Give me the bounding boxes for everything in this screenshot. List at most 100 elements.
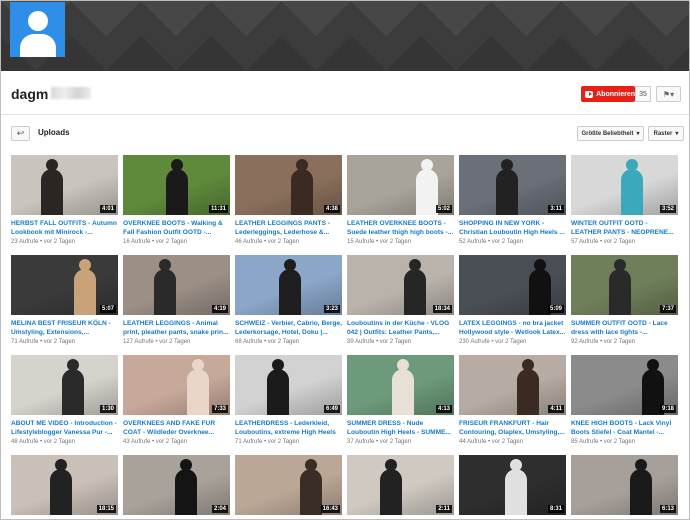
video-card[interactable]: 4:01 HERBST FALL OUTFITS - Autumn Lookboo…	[11, 155, 118, 245]
video-meta: 52 Aufrufe • vor 2 Tagen	[459, 239, 566, 245]
video-card[interactable]: 2:04LATEX MINIDRESS AND HIGH	[123, 455, 230, 519]
channel-name[interactable]: dagm	[11, 86, 48, 102]
video-thumbnail[interactable]: 3:52	[571, 155, 678, 215]
video-card[interactable]: 5:07 MELINA BEST FRISEUR KÖLN - Umstyling…	[11, 255, 118, 345]
video-duration: 4:13	[435, 405, 452, 413]
video-age: vor 2 Tagen	[603, 239, 636, 245]
video-card[interactable]: 4:38 LEATHER LEGGINGS PANTS - Lederleggin…	[235, 155, 342, 245]
video-card[interactable]: 4:11 FRISEUR FRANKFURT - Hair Contouring,…	[459, 355, 566, 445]
video-title[interactable]: LEATHER OVERKNEE BOOTS - Suede leather t…	[347, 219, 454, 237]
video-card[interactable]: 5:02 LEATHER OVERKNEE BOOTS - Suede leath…	[347, 155, 454, 245]
flag-menu-button[interactable]: ⚑ ▾	[656, 86, 681, 102]
avatar[interactable]	[10, 2, 65, 57]
video-thumbnail[interactable]: 4:19	[123, 255, 230, 315]
video-card[interactable]: 7:37 SUMMER OUTFIT OOTD - Lace dress with…	[571, 255, 678, 345]
video-title[interactable]: ABOUT ME VIDEO - Introduction - Lifestyl…	[11, 419, 118, 437]
video-duration: 7:37	[659, 305, 676, 313]
thumbnail-person-icon	[517, 359, 539, 415]
video-card[interactable]: 11:31 OVERKNEE BOOTS - Walking & Fall Fas…	[123, 155, 230, 245]
video-thumbnail[interactable]: 2:04	[123, 455, 230, 515]
video-card[interactable]: 6:13Latex Dress Atmosphere High Heels	[571, 455, 678, 519]
video-thumbnail[interactable]: 9:18	[571, 355, 678, 415]
video-thumbnail[interactable]: 18:15	[11, 455, 118, 515]
video-card[interactable]: 3:11 SHOPPING IN NEW YORK - Christian Lou…	[459, 155, 566, 245]
video-card[interactable]: 4:13 SUMMER DRESS - Nude Louboutin High H…	[347, 355, 454, 445]
video-age: vor 2 Tagen	[267, 339, 300, 345]
video-card[interactable]: 16:43BEAUTY HAUL - Shopping - MAC	[235, 455, 342, 519]
video-card[interactable]: 8:31LEATHER SKIRT AND LACE	[459, 455, 566, 519]
video-age: vor 2 Tagen	[159, 339, 191, 345]
video-card[interactable]: 3:23 SCHWEIZ - Verbier, Cabrio, Berge, Le…	[235, 255, 342, 345]
sort-dropdown[interactable]: Größte Beliebtheit ▾	[577, 126, 644, 141]
video-thumbnail[interactable]: 3:23	[235, 255, 342, 315]
video-thumbnail[interactable]: 4:01	[11, 155, 118, 215]
video-title[interactable]: Louboutins in der Küche - VLOG 042 | Out…	[347, 319, 454, 337]
thumbnail-person-icon	[267, 359, 289, 415]
video-thumbnail[interactable]: 6:13	[571, 455, 678, 515]
view-dropdown[interactable]: Raster ▾	[648, 126, 684, 141]
chevron-down-icon: ▾	[636, 131, 640, 137]
video-thumbnail[interactable]: 4:11	[459, 355, 566, 415]
video-card[interactable]: 3:52 WINTER OUTFIT OOTD - LEATHER PANTS -…	[571, 155, 678, 245]
video-duration: 2:04	[211, 505, 228, 513]
video-title[interactable]: SUMMER DRESS - Nude Louboutin High Heels…	[347, 419, 454, 437]
video-title[interactable]: LEATHER LEGGINGS - Animal print, pleathe…	[123, 319, 230, 337]
video-thumbnail[interactable]: 1:30	[11, 355, 118, 415]
video-age: vor 2 Tagen	[379, 239, 412, 245]
video-card[interactable]: 7:33 OVERKNEES AND FAKE FUR COAT - Wildle…	[123, 355, 230, 445]
video-title[interactable]: HERBST FALL OUTFITS - Autumn Lookbook mi…	[11, 219, 118, 237]
video-card[interactable]: 6:49 LEATHERDRESS - Lederkleid, Louboutin…	[235, 355, 342, 445]
video-thumbnail[interactable]: 7:33	[123, 355, 230, 415]
video-card[interactable]: 1:30 ABOUT ME VIDEO - Introduction - Life…	[11, 355, 118, 445]
video-thumbnail[interactable]: 16:43	[235, 455, 342, 515]
video-thumbnail[interactable]: 4:13	[347, 355, 454, 415]
video-thumbnail[interactable]: 2:11	[347, 455, 454, 515]
video-views: 39 Aufrufe	[347, 339, 375, 345]
video-title[interactable]: SHOPPING IN NEW YORK - Christian Loubout…	[459, 219, 566, 237]
video-duration: 3:11	[548, 205, 564, 213]
video-card[interactable]: 18:34 Louboutins in der Küche - VLOG 042 …	[347, 255, 454, 345]
video-duration: 2:11	[436, 505, 452, 513]
video-title[interactable]: LEATHERDRESS - Lederkleid, Louboutins, e…	[235, 419, 342, 437]
video-thumbnail[interactable]: 8:31	[459, 455, 566, 515]
video-thumbnail[interactable]: 18:34	[347, 255, 454, 315]
video-title[interactable]: KNEE HIGH BOOTS - Lack Vinyl Boots Stief…	[571, 419, 678, 437]
video-age: vor 2 Tagen	[155, 239, 188, 245]
video-title[interactable]: FRISEUR FRANKFURT - Hair Contouring, Ola…	[459, 419, 566, 437]
video-title[interactable]: MELINA BEST FRISEUR KÖLN - Umstyling, Ex…	[11, 319, 118, 337]
video-card[interactable]: 4:19 LEATHER LEGGINGS - Animal print, ple…	[123, 255, 230, 345]
subscribe-button[interactable]: Abonnieren	[581, 86, 635, 102]
video-title[interactable]: SCHWEIZ - Verbier, Cabrio, Berge, Lederk…	[235, 319, 342, 337]
video-duration: 3:23	[323, 305, 340, 313]
video-age: vor 2 Tagen	[43, 439, 76, 445]
video-thumbnail[interactable]: 7:37	[571, 255, 678, 315]
video-views: 68 Aufrufe	[235, 339, 263, 345]
video-title[interactable]: OVERKNEES AND FAKE FUR COAT - Wildleder …	[123, 419, 230, 437]
video-meta: 44 Aufrufe • vor 2 Tagen	[459, 439, 566, 445]
video-card[interactable]: 2:11LATEX SKIRT WITH LEOPARD	[347, 455, 454, 519]
thumbnail-person-icon	[166, 159, 188, 215]
back-button[interactable]: ↩	[11, 126, 30, 141]
video-views: 230 Aufrufe	[459, 339, 490, 345]
thumbnail-person-icon	[279, 259, 301, 315]
video-thumbnail[interactable]: 6:49	[235, 355, 342, 415]
video-thumbnail[interactable]: 5:07	[11, 255, 118, 315]
video-card[interactable]: 5:09 LATEX LEGGINGS - no bra jacket Holly…	[459, 255, 566, 345]
video-thumbnail[interactable]: 3:11	[459, 155, 566, 215]
video-thumbnail[interactable]: 5:02	[347, 155, 454, 215]
thumbnail-person-icon	[62, 359, 84, 415]
chevron-down-icon: ▾	[675, 131, 679, 137]
video-title[interactable]: LEATHER LEGGINGS PANTS - Lederleggings, …	[235, 219, 342, 237]
video-duration: 5:07	[99, 305, 116, 313]
video-thumbnail[interactable]: 11:31	[123, 155, 230, 215]
view-label: Raster	[653, 130, 673, 137]
video-card[interactable]: 9:18 KNEE HIGH BOOTS - Lack Vinyl Boots S…	[571, 355, 678, 445]
video-card[interactable]: 18:15WOMAN IN HIGH HEELS	[11, 455, 118, 519]
avatar-head-icon	[28, 11, 48, 31]
video-title[interactable]: LATEX LEGGINGS - no bra jacket Hollywood…	[459, 319, 566, 337]
video-thumbnail[interactable]: 4:38	[235, 155, 342, 215]
video-title[interactable]: SUMMER OUTFIT OOTD - Lace dress with lac…	[571, 319, 678, 337]
video-title[interactable]: WINTER OUTFIT OOTD - LEATHER PANTS - NEO…	[571, 219, 678, 237]
video-title[interactable]: OVERKNEE BOOTS - Walking & Fall Fashion …	[123, 219, 230, 237]
video-thumbnail[interactable]: 5:09	[459, 255, 566, 315]
